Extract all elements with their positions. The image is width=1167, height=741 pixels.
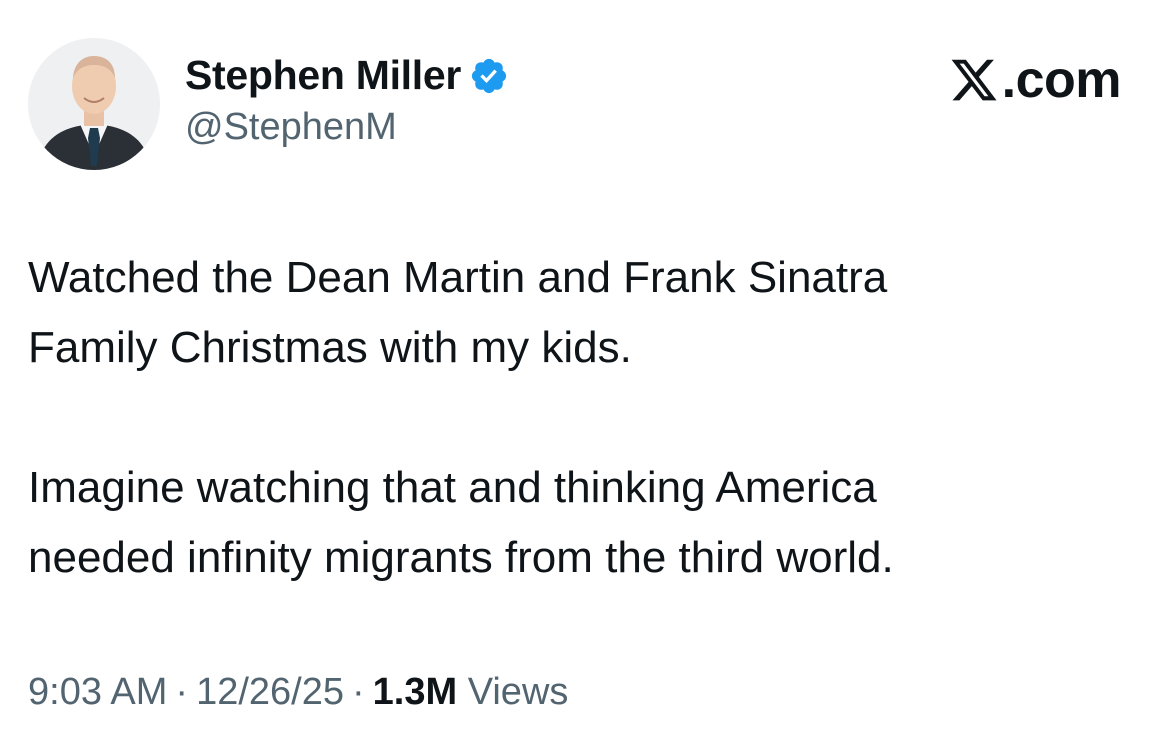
meta-separator: · [175, 671, 189, 713]
x-logo-icon [951, 59, 997, 101]
tweet-time[interactable]: 9:03 AM [28, 671, 167, 713]
author-name-text: Stephen Miller [185, 52, 462, 98]
avatar-photo-icon [28, 38, 160, 170]
views-label: Views [467, 671, 569, 713]
author-handle[interactable]: @StephenM [185, 106, 397, 149]
tweet-line: Imagine watching that and thinking Ameri… [28, 463, 877, 512]
tweet-meta: 9:03 AM · 12/26/25 · 1.3M Views [28, 671, 568, 714]
tweet-paragraph-2: Imagine watching that and thinking Ameri… [28, 453, 1128, 593]
tweet-paragraph-1: Watched the Dean Martin and Frank Sinatr… [28, 243, 1128, 383]
tweet-card: Stephen Miller @StephenM .com Watched th… [0, 0, 1167, 741]
tweet-date[interactable]: 12/26/25 [196, 671, 344, 713]
brand-mark: .com [949, 50, 1122, 110]
brand-label: .com [1001, 51, 1122, 109]
author-display-name[interactable]: Stephen Miller [185, 52, 509, 99]
verified-badge-icon[interactable] [469, 56, 509, 96]
meta-separator: · [352, 671, 365, 713]
tweet-line: Watched the Dean Martin and Frank Sinatr… [28, 253, 888, 302]
tweet-line: Family Christmas with my kids. [28, 323, 632, 372]
views-count[interactable]: 1.3M [373, 671, 457, 713]
avatar[interactable] [28, 38, 160, 170]
tweet-line: needed infinity migrants from the third … [28, 533, 894, 582]
